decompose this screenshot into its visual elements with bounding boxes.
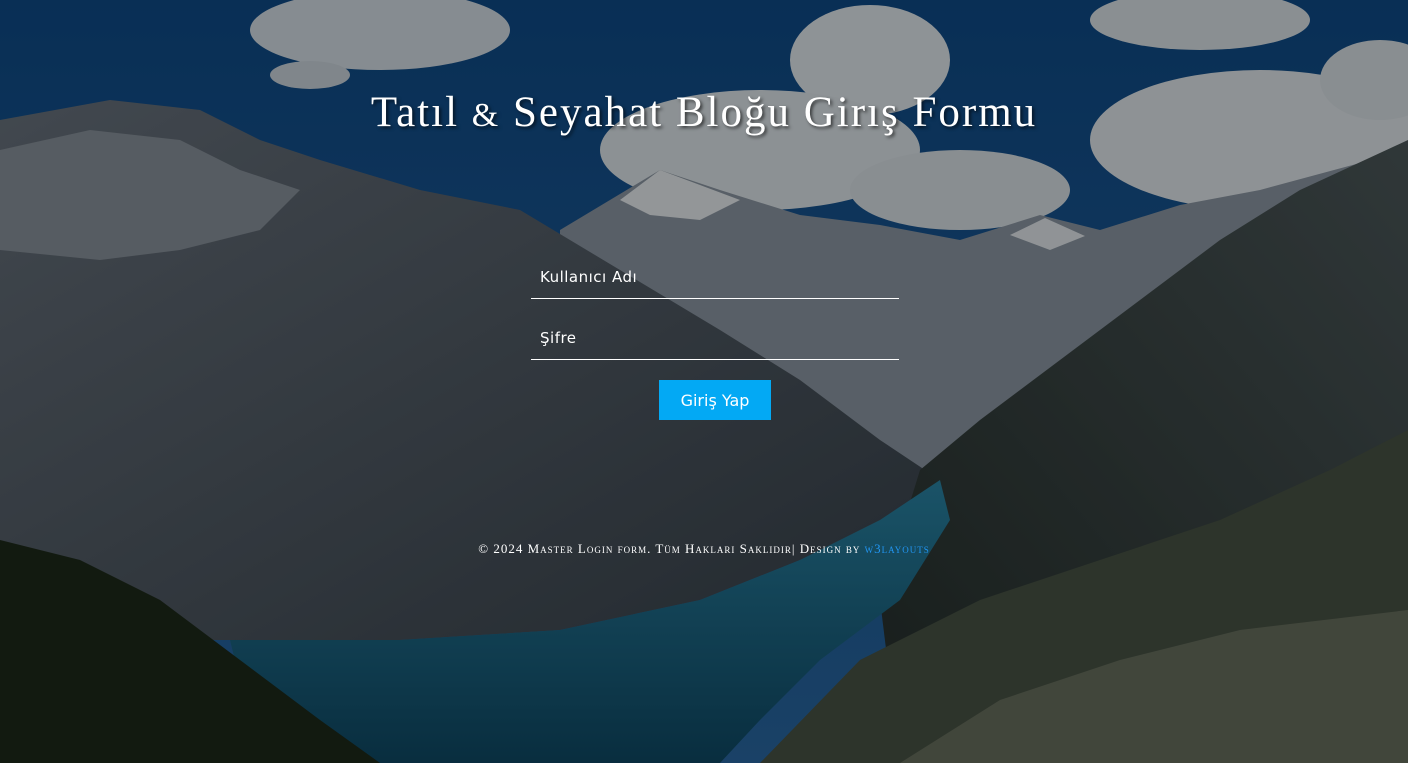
login-button[interactable]: Giriş Yap — [659, 380, 771, 420]
password-input[interactable] — [531, 319, 899, 357]
footer-link-w3layouts[interactable]: w3layouts — [865, 541, 930, 556]
username-input[interactable] — [531, 258, 899, 296]
title-part2: Seyahat Bloğu Girış Formu — [512, 89, 1038, 136]
password-field-wrapper — [531, 319, 899, 360]
username-field-wrapper — [531, 258, 899, 299]
submit-wrapper: Giriş Yap — [531, 380, 899, 420]
title-ampersand: & — [471, 97, 501, 134]
footer-copyright: © 2024 Master Login form. Tüm Hakları Sa… — [0, 541, 1408, 557]
login-form: Giriş Yap — [531, 258, 899, 420]
title-part1: Tatıl — [370, 89, 460, 136]
login-page: Tatıl & Seyahat Bloğu Girış Formu Giriş … — [0, 0, 1408, 763]
page-title: Tatıl & Seyahat Bloğu Girış Formu — [0, 88, 1408, 137]
footer-text: © 2024 Master Login form. Tüm Hakları Sa… — [478, 541, 865, 556]
